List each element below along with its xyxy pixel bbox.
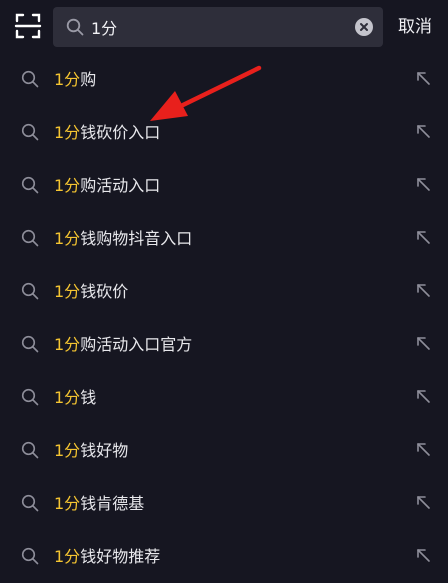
search-icon: [21, 547, 39, 565]
suggestion-text: 1分钱购物抖音入口: [54, 227, 192, 251]
suggestion-rest: 购活动入口官方: [80, 335, 193, 354]
arrow-up-left-icon[interactable]: [415, 123, 431, 139]
suggestion-item[interactable]: 1分购活动入口官方: [0, 318, 448, 371]
suggestion-highlight: 1分: [54, 282, 81, 301]
suggestion-item[interactable]: 1分钱肯德基: [0, 477, 448, 530]
suggestion-text: 1分钱: [54, 386, 96, 410]
scan-icon[interactable]: [14, 12, 42, 40]
arrow-up-left-icon[interactable]: [415, 494, 431, 510]
arrow-up-left-icon[interactable]: [415, 388, 431, 404]
arrow-up-left-icon[interactable]: [415, 229, 431, 245]
suggestion-item[interactable]: 1分购活动入口: [0, 159, 448, 212]
suggestion-rest: 购活动入口: [80, 176, 161, 195]
search-box[interactable]: [53, 7, 383, 47]
suggestion-rest: 钱好物推荐: [80, 547, 161, 566]
top-bar: 取消: [0, 0, 448, 56]
search-icon: [21, 441, 39, 459]
search-icon: [21, 388, 39, 406]
suggestion-rest: 钱砍价: [80, 282, 129, 301]
arrow-up-left-icon[interactable]: [415, 547, 431, 563]
suggestion-rest: 钱砍价入口: [80, 123, 161, 142]
suggestion-highlight: 1分: [54, 70, 81, 89]
suggestion-highlight: 1分: [54, 388, 81, 407]
arrow-up-left-icon[interactable]: [415, 282, 431, 298]
suggestion-text: 1分钱好物: [54, 439, 128, 463]
suggestion-text: 1分钱好物推荐: [54, 545, 160, 569]
suggestion-highlight: 1分: [54, 123, 81, 142]
suggestion-rest: 钱: [80, 388, 97, 407]
suggestion-item[interactable]: 1分购: [0, 53, 448, 106]
suggestion-rest: 购: [80, 70, 97, 89]
cancel-button[interactable]: 取消: [398, 15, 442, 39]
suggestion-text: 1分钱砍价: [54, 280, 128, 304]
suggestion-text: 1分购活动入口官方: [54, 333, 192, 357]
suggestion-rest: 钱好物: [80, 441, 129, 460]
search-input[interactable]: [91, 13, 341, 41]
suggestion-highlight: 1分: [54, 441, 81, 460]
suggestion-highlight: 1分: [54, 176, 81, 195]
arrow-up-left-icon[interactable]: [415, 176, 431, 192]
suggestion-highlight: 1分: [54, 547, 81, 566]
suggestion-list: 1分购 1分钱砍价入口 1分购活动入口 1分钱购物抖音入口 1分钱砍价 1分购活…: [0, 53, 448, 583]
suggestion-text: 1分购活动入口: [54, 174, 160, 198]
suggestion-text: 1分购: [54, 68, 96, 92]
suggestion-highlight: 1分: [54, 335, 81, 354]
search-icon: [21, 123, 39, 141]
suggestion-rest: 钱购物抖音入口: [80, 229, 193, 248]
search-icon: [21, 494, 39, 512]
suggestion-item[interactable]: 1分钱砍价: [0, 265, 448, 318]
search-icon: [21, 176, 39, 194]
suggestion-item[interactable]: 1分钱砍价入口: [0, 106, 448, 159]
suggestion-item[interactable]: 1分钱购物抖音入口: [0, 212, 448, 265]
suggestion-highlight: 1分: [54, 494, 81, 513]
suggestion-highlight: 1分: [54, 229, 81, 248]
suggestion-text: 1分钱砍价入口: [54, 121, 160, 145]
suggestion-item[interactable]: 1分钱: [0, 371, 448, 424]
suggestion-item[interactable]: 1分钱好物: [0, 424, 448, 477]
suggestion-text: 1分钱肯德基: [54, 492, 144, 516]
search-icon: [21, 229, 39, 247]
clear-icon[interactable]: [355, 18, 373, 36]
search-icon: [66, 18, 84, 36]
search-icon: [21, 282, 39, 300]
suggestion-rest: 钱肯德基: [80, 494, 145, 513]
arrow-up-left-icon[interactable]: [415, 335, 431, 351]
search-icon: [21, 70, 39, 88]
arrow-up-left-icon[interactable]: [415, 441, 431, 457]
search-icon: [21, 335, 39, 353]
arrow-up-left-icon[interactable]: [415, 70, 431, 86]
suggestion-item[interactable]: 1分钱好物推荐: [0, 530, 448, 583]
